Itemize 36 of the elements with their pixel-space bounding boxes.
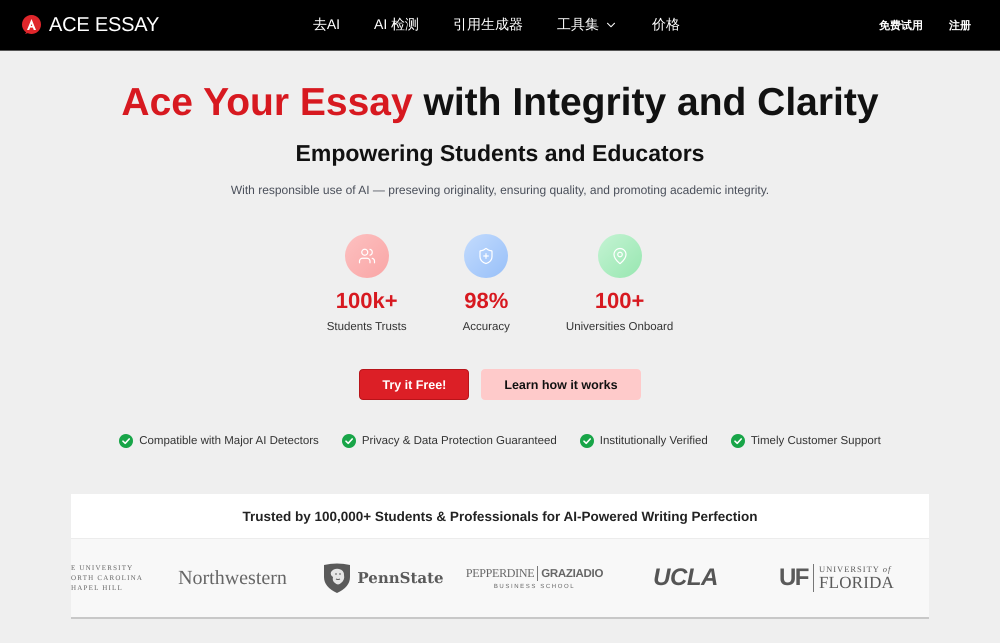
header-link[interactable]: 免费试用 (879, 18, 923, 32)
stat-label: Accuracy (462, 320, 510, 335)
check-circle-icon (342, 434, 356, 448)
brand-name[interactable]: ACE ESSAY (49, 14, 160, 36)
hero-tagline: With responsible use of AI — preseving originality, ensuring quality, and promoting academic integrity. (230, 182, 770, 199)
nav-link[interactable]: 价格 (652, 16, 680, 34)
stat-value: 100+ (594, 288, 644, 314)
feature-text: Privacy & Data Protection Guaranteed (362, 434, 557, 449)
brand-logo-icon (22, 14, 41, 36)
check-circle-icon (580, 434, 594, 448)
shield-plus-icon (464, 234, 508, 278)
learn-more-button[interactable]: Learn how it works (481, 369, 641, 400)
feature-text: Institutionally Verified (600, 434, 708, 449)
stat-label: Students Trusts (326, 320, 407, 335)
hero-title: Ace Your Essay with Integrity and Clarity (121, 80, 879, 126)
university-logo: PennState (357, 569, 444, 587)
shield-logo-icon (323, 563, 352, 593)
university-logo: UCLA (653, 564, 718, 592)
stat-label: Universities Onboard (566, 320, 674, 335)
feature-text: Compatible with Major AI Detectors (139, 434, 319, 449)
nav-link[interactable]: 引用生成器 (453, 16, 524, 34)
trusted-by-title: Trusted by 100,000+ Students & Professionals for AI-Powered Writing Perfection (241, 508, 758, 526)
stat-value: 98% (464, 288, 508, 314)
users-icon (344, 234, 389, 278)
feature-text: Timely Customer Support (750, 434, 881, 449)
stat-value: 100k+ (336, 288, 398, 314)
check-circle-icon (119, 434, 134, 448)
hero-subtitle: Empowering Students and Educators (296, 139, 704, 167)
nav-link[interactable]: AI 检测 (374, 16, 420, 34)
nav-link[interactable]: 去AI (312, 16, 340, 34)
university-logo: Northwestern (178, 566, 287, 590)
map-pin-icon (598, 234, 642, 278)
header-link[interactable]: 注册 (949, 18, 971, 32)
nav-menu[interactable]: 工具集 (557, 16, 618, 34)
try-free-button[interactable]: Try it Free! (359, 369, 470, 400)
check-circle-icon (730, 434, 745, 448)
